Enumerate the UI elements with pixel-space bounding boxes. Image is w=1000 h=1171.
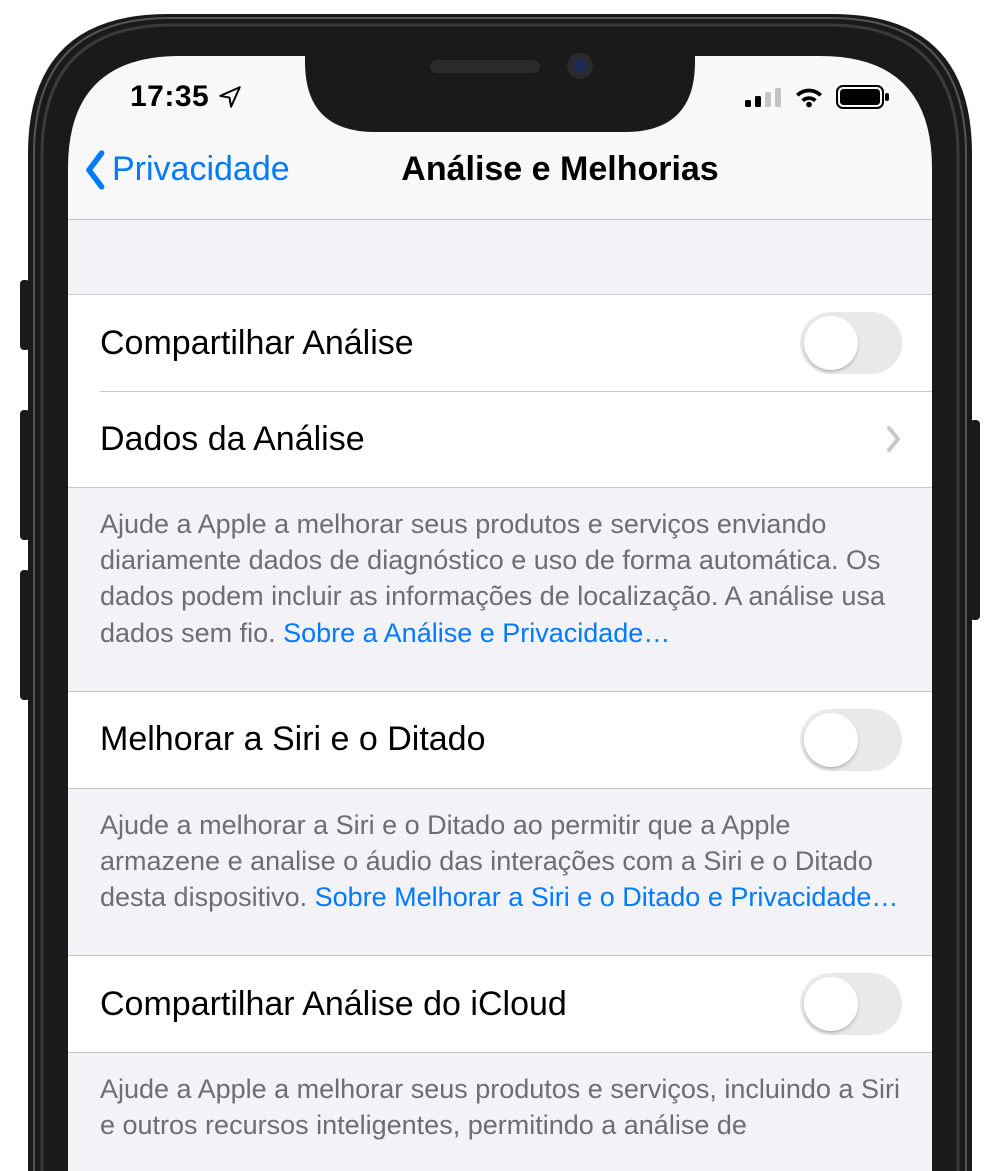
cellular-icon	[744, 85, 782, 109]
chevron-left-icon	[82, 149, 110, 191]
wifi-icon	[792, 85, 826, 109]
row-share-icloud[interactable]: Compartilhar Análise do iCloud	[68, 956, 932, 1052]
row-label: Compartilhar Análise do iCloud	[100, 985, 567, 1024]
chevron-right-icon	[884, 424, 902, 454]
back-label: Privacidade	[112, 150, 290, 189]
group-analysis: Compartilhar Análise Dados da Análise	[68, 294, 932, 488]
page-title: Análise e Melhorias	[401, 150, 718, 189]
status-time: 17:35	[130, 80, 209, 114]
status-left: 17:35	[130, 80, 243, 114]
toggle-share-analysis[interactable]	[800, 312, 902, 374]
row-improve-siri[interactable]: Melhorar a Siri e o Ditado	[68, 692, 932, 788]
toggle-knob	[804, 713, 858, 767]
row-label: Compartilhar Análise	[100, 324, 414, 363]
link-about-analysis[interactable]: Sobre a Análise e Privacidade…	[283, 618, 670, 648]
footer-text: Ajude a Apple a melhorar seus produtos e…	[100, 1074, 900, 1140]
status-right	[744, 84, 892, 110]
spacer	[68, 220, 932, 294]
row-share-analysis[interactable]: Compartilhar Análise	[68, 295, 932, 391]
toggle-share-icloud[interactable]	[800, 973, 902, 1035]
status-bar: 17:35	[68, 56, 932, 120]
group-siri: Melhorar a Siri e o Ditado	[68, 691, 932, 789]
back-button[interactable]: Privacidade	[82, 149, 290, 191]
footer-analysis: Ajude a Apple a melhorar seus produtos e…	[68, 488, 932, 691]
toggle-knob	[804, 977, 858, 1031]
nav-bar: Privacidade Análise e Melhorias	[68, 120, 932, 220]
toggle-knob	[804, 316, 858, 370]
row-label: Melhorar a Siri e o Ditado	[100, 720, 486, 759]
location-icon	[217, 84, 243, 110]
group-icloud: Compartilhar Análise do iCloud	[68, 955, 932, 1053]
link-about-siri[interactable]: Sobre Melhorar a Siri e o Ditado e Priva…	[315, 882, 899, 912]
battery-icon	[836, 84, 892, 110]
row-analysis-data[interactable]: Dados da Análise	[68, 391, 932, 487]
row-label: Dados da Análise	[100, 420, 365, 459]
toggle-improve-siri[interactable]	[800, 709, 902, 771]
footer-siri: Ajude a melhorar a Siri e o Ditado ao pe…	[68, 789, 932, 956]
screen: 17:35	[68, 56, 932, 1171]
phone-frame: 17:35	[0, 0, 1000, 1171]
footer-icloud: Ajude a Apple a melhorar seus produtos e…	[68, 1053, 932, 1171]
